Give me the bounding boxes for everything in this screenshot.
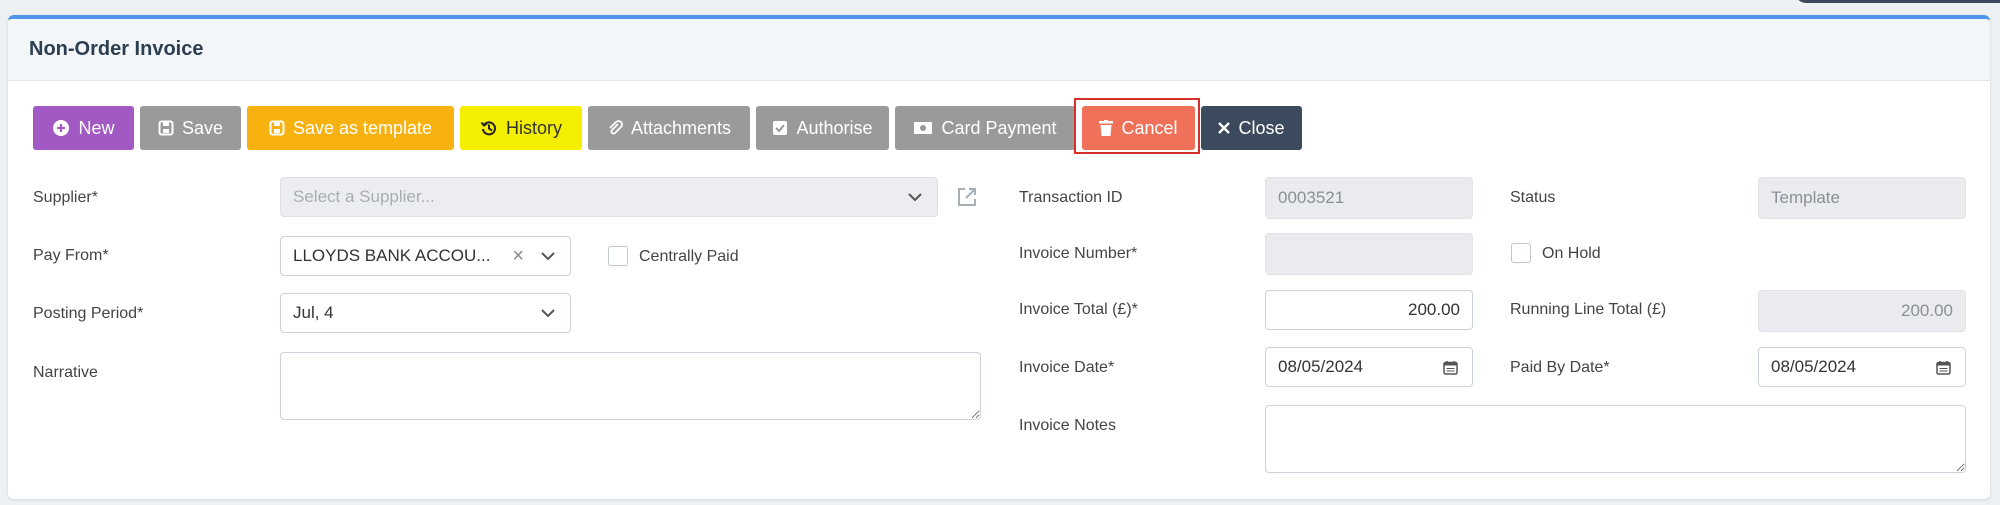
paid-by-date-input[interactable]: 08/05/2024 — [1758, 347, 1966, 387]
top-right-tab — [1795, 0, 2000, 3]
clear-icon[interactable]: × — [512, 245, 524, 268]
status-label: Status — [1510, 189, 1556, 206]
supplier-label: Supplier* — [33, 189, 98, 206]
invoice-number-label: Invoice Number* — [1019, 245, 1138, 262]
invoice-total-label: Invoice Total (£)* — [1019, 301, 1138, 318]
chevron-down-icon — [905, 187, 925, 207]
calendar-icon[interactable] — [1440, 357, 1460, 377]
save-as-template-button[interactable]: Save as template — [247, 106, 454, 150]
narrative-textarea[interactable] — [280, 352, 981, 420]
save-button[interactable]: Save — [140, 106, 241, 150]
narrative-label: Narrative — [33, 364, 98, 381]
save-as-template-label: Save as template — [292, 117, 433, 138]
supplier-placeholder: Select a Supplier... — [293, 187, 435, 206]
running-line-total-value: 200.00 — [1901, 301, 1953, 320]
transaction-id-field: 0003521 — [1265, 177, 1473, 219]
close-button-label: Close — [1238, 117, 1285, 138]
paperclip-icon — [607, 120, 623, 136]
posting-period-value: Jul, 4 — [293, 303, 334, 322]
close-button[interactable]: Close — [1201, 106, 1302, 150]
attachments-button[interactable]: Attachments — [588, 106, 750, 150]
transaction-id-label: Transaction ID — [1019, 189, 1123, 206]
running-line-total-label: Running Line Total (£) — [1510, 301, 1667, 318]
pay-from-select[interactable]: LLOYDS BANK ACCOU... × — [280, 236, 571, 276]
invoice-number-field[interactable] — [1265, 233, 1473, 275]
paid-by-date-label: Paid By Date* — [1510, 359, 1610, 376]
history-button-label: History — [505, 117, 562, 138]
centrally-paid-checkbox[interactable] — [608, 246, 628, 266]
attachments-button-label: Attachments — [630, 117, 732, 138]
chevron-down-icon — [538, 303, 558, 323]
posting-period-label: Posting Period* — [33, 305, 144, 322]
close-icon — [1218, 122, 1231, 134]
pay-from-value: LLOYDS BANK ACCOU... — [293, 246, 491, 265]
history-button[interactable]: History — [460, 106, 582, 150]
cancel-button[interactable]: Cancel — [1082, 106, 1195, 150]
authorise-button-label: Authorise — [796, 117, 873, 138]
centrally-paid-label: Centrally Paid — [639, 248, 739, 265]
floppy-icon — [269, 120, 285, 136]
status-value: Template — [1771, 188, 1840, 207]
running-line-total-field: 200.00 — [1758, 290, 1966, 332]
save-button-label: Save — [181, 117, 224, 138]
card-payment-button-label: Card Payment — [941, 117, 1057, 138]
pay-from-label: Pay From* — [33, 247, 109, 264]
paid-by-date-value: 08/05/2024 — [1771, 357, 1857, 376]
invoice-total-value: 200.00 — [1408, 300, 1460, 319]
invoice-date-label: Invoice Date* — [1019, 359, 1115, 376]
invoice-notes-textarea[interactable] — [1265, 405, 1966, 473]
new-button[interactable]: New — [33, 106, 134, 150]
invoice-date-input[interactable]: 08/05/2024 — [1265, 347, 1473, 387]
history-icon — [480, 119, 498, 137]
external-link-icon[interactable] — [956, 186, 978, 208]
invoice-notes-label: Invoice Notes — [1019, 417, 1116, 434]
chevron-down-icon — [538, 246, 558, 266]
cancel-button-label: Cancel — [1121, 117, 1178, 138]
supplier-select[interactable]: Select a Supplier... — [280, 177, 938, 217]
calendar-icon[interactable] — [1933, 357, 1953, 377]
transaction-id-value: 0003521 — [1278, 188, 1345, 207]
card-header: Non-Order Invoice — [8, 19, 1990, 81]
floppy-icon — [158, 120, 174, 136]
plus-circle-icon — [52, 119, 70, 137]
card-payment-button[interactable]: Card Payment — [895, 106, 1075, 150]
trash-icon — [1099, 120, 1114, 136]
money-icon — [913, 121, 933, 135]
new-button-label: New — [78, 117, 115, 138]
invoice-total-input[interactable]: 200.00 — [1265, 290, 1473, 330]
on-hold-label: On Hold — [1542, 245, 1601, 262]
authorise-button[interactable]: Authorise — [756, 106, 889, 150]
check-square-icon — [772, 120, 788, 136]
invoice-card: Non-Order Invoice New Save Save as templ… — [8, 15, 1990, 499]
invoice-date-value: 08/05/2024 — [1278, 357, 1364, 376]
status-field: Template — [1758, 177, 1966, 219]
on-hold-checkbox[interactable] — [1511, 243, 1531, 263]
page-title: Non-Order Invoice — [29, 38, 204, 60]
posting-period-select[interactable]: Jul, 4 — [280, 293, 571, 333]
